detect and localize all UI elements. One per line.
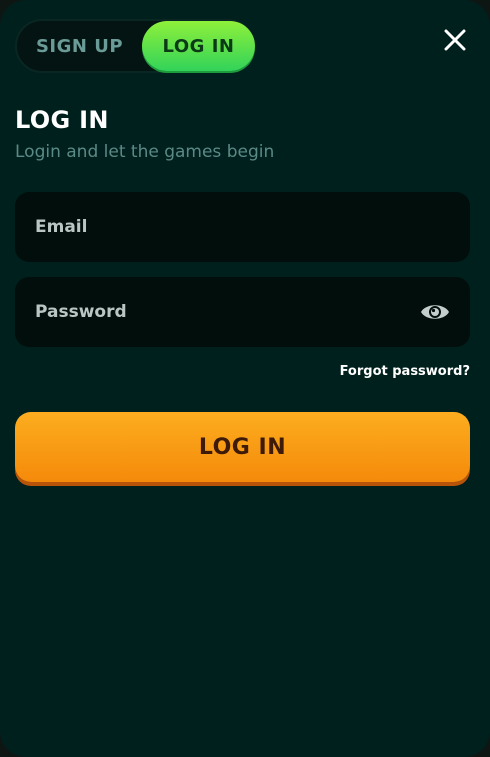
page-subtitle: Login and let the games begin [15, 142, 275, 162]
eye-icon [421, 305, 449, 319]
login-modal: SIGN UP LOG IN LOG IN Login and let the … [0, 0, 490, 757]
tab-login[interactable]: LOG IN [142, 21, 255, 71]
password-field[interactable] [15, 277, 470, 347]
close-icon [444, 29, 466, 51]
password-field-container [15, 277, 470, 347]
email-field[interactable] [15, 192, 470, 262]
show-password-toggle[interactable] [420, 301, 450, 323]
forgot-password-link[interactable]: Forgot password? [340, 364, 470, 379]
tab-signup[interactable]: SIGN UP [17, 21, 142, 71]
email-field-container [15, 192, 470, 262]
close-button[interactable] [440, 25, 470, 55]
auth-tab-switch: SIGN UP LOG IN [15, 19, 255, 73]
login-button[interactable]: LOG IN [15, 412, 470, 482]
page-title: LOG IN [15, 106, 109, 134]
